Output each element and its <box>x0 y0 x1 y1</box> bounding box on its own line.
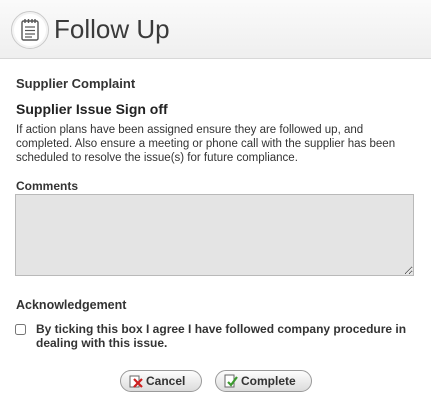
acknowledgement-label: Acknowledgement <box>16 298 127 312</box>
section-title: Supplier Complaint <box>16 76 136 91</box>
subheading: Supplier Issue Sign off <box>16 101 168 117</box>
acknowledgement-text: By ticking this box I agree I have follo… <box>36 322 407 350</box>
complete-button[interactable]: Complete <box>215 370 312 392</box>
cancel-button-label: Cancel <box>146 374 186 388</box>
comments-label: Comments <box>16 179 79 193</box>
notepad-icon <box>11 11 49 49</box>
document-check-icon <box>224 374 238 388</box>
cancel-x-icon <box>129 374 143 388</box>
instructions-text: If action plans have been assigned ensur… <box>16 124 396 164</box>
acknowledgement-checkbox[interactable] <box>15 324 26 335</box>
complete-button-label: Complete <box>241 374 296 388</box>
dialog-header: Follow Up <box>0 0 431 59</box>
page-title: Follow Up <box>54 14 170 44</box>
comments-field[interactable] <box>15 194 414 276</box>
cancel-button[interactable]: Cancel <box>120 370 202 392</box>
